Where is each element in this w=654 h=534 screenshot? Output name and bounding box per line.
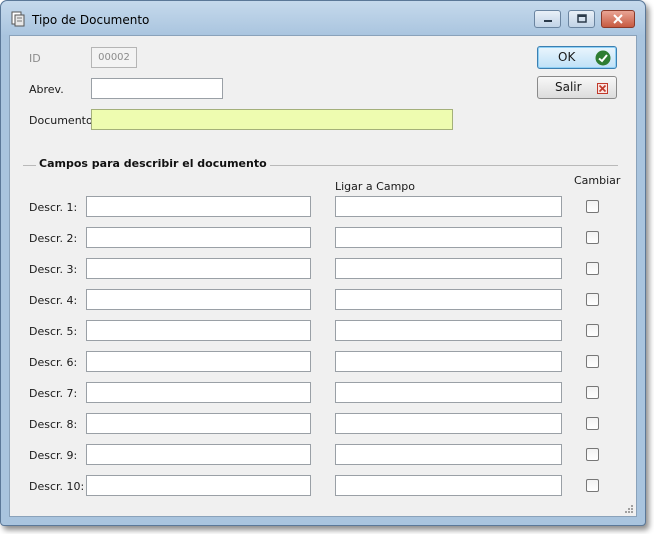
descr-input[interactable] [86,320,311,341]
descr-label: Descr. 7: [29,387,78,400]
minimize-icon [543,20,552,22]
ligar-campo-input[interactable] [335,475,562,496]
ok-button[interactable]: OK [537,46,617,69]
documento-label: Documento [29,114,93,127]
descr-input[interactable] [86,413,311,434]
cambiar-checkbox[interactable] [586,479,599,492]
cambiar-checkbox[interactable] [586,200,599,213]
ligar-header: Ligar a Campo [335,180,416,193]
documento-input[interactable] [91,109,453,130]
ligar-campo-input[interactable] [335,320,562,341]
ligar-campo-input[interactable] [335,382,562,403]
ok-button-label: OK [558,50,576,64]
id-label: ID [29,52,41,65]
abrev-label: Abrev. [29,83,64,96]
ligar-campo-input[interactable] [335,351,562,372]
maximize-icon [576,14,587,23]
descr-input[interactable] [86,475,311,496]
ligar-campo-input[interactable] [335,196,562,217]
descr-input[interactable] [86,444,311,465]
descr-input[interactable] [86,351,311,372]
ligar-campo-input[interactable] [335,413,562,434]
group-title: Campos para describir el documento [36,157,270,170]
window-title: Tipo de Documento [32,13,150,27]
abrev-input[interactable] [91,78,223,99]
descr-input[interactable] [86,227,311,248]
descr-input[interactable] [86,382,311,403]
salir-button[interactable]: Salir [537,76,617,99]
descr-label: Descr. 6: [29,356,78,369]
descr-label: Descr. 3: [29,263,78,276]
cambiar-checkbox[interactable] [586,262,599,275]
descr-label: Descr. 1: [29,201,78,214]
cambiar-checkbox[interactable] [586,324,599,337]
descr-label: Descr. 8: [29,418,78,431]
descr-input[interactable] [86,289,311,310]
cambiar-checkbox[interactable] [586,417,599,430]
document-icon [10,11,26,27]
cambiar-checkbox[interactable] [586,355,599,368]
dialog-body: ID 00002 Abrev. Documento OK Salir Campo… [9,35,637,517]
title-bar[interactable]: Tipo de Documento [1,1,645,35]
minimize-button[interactable] [534,10,561,28]
cambiar-checkbox[interactable] [586,293,599,306]
cambiar-checkbox[interactable] [586,448,599,461]
ligar-campo-input[interactable] [335,289,562,310]
descr-label: Descr. 4: [29,294,78,307]
red-x-icon [597,83,608,94]
cambiar-checkbox[interactable] [586,231,599,244]
ligar-campo-input[interactable] [335,258,562,279]
ligar-campo-input[interactable] [335,227,562,248]
dialog-window: Tipo de Documento ID 00002 Abrev. Docume… [0,0,646,526]
cambiar-checkbox[interactable] [586,386,599,399]
check-circle-icon [595,50,611,66]
descr-label: Descr. 2: [29,232,78,245]
descr-label: Descr. 10: [29,480,85,493]
close-button[interactable] [601,10,635,28]
close-icon [613,14,623,24]
ligar-campo-input[interactable] [335,444,562,465]
descr-label: Descr. 5: [29,325,78,338]
maximize-button[interactable] [568,10,595,28]
descr-label: Descr. 9: [29,449,78,462]
descr-input[interactable] [86,258,311,279]
salir-button-label: Salir [555,80,582,94]
cambiar-header: Cambiar [574,174,621,187]
resize-grip-icon[interactable] [624,504,634,514]
descr-input[interactable] [86,196,311,217]
id-field: 00002 [91,47,137,68]
